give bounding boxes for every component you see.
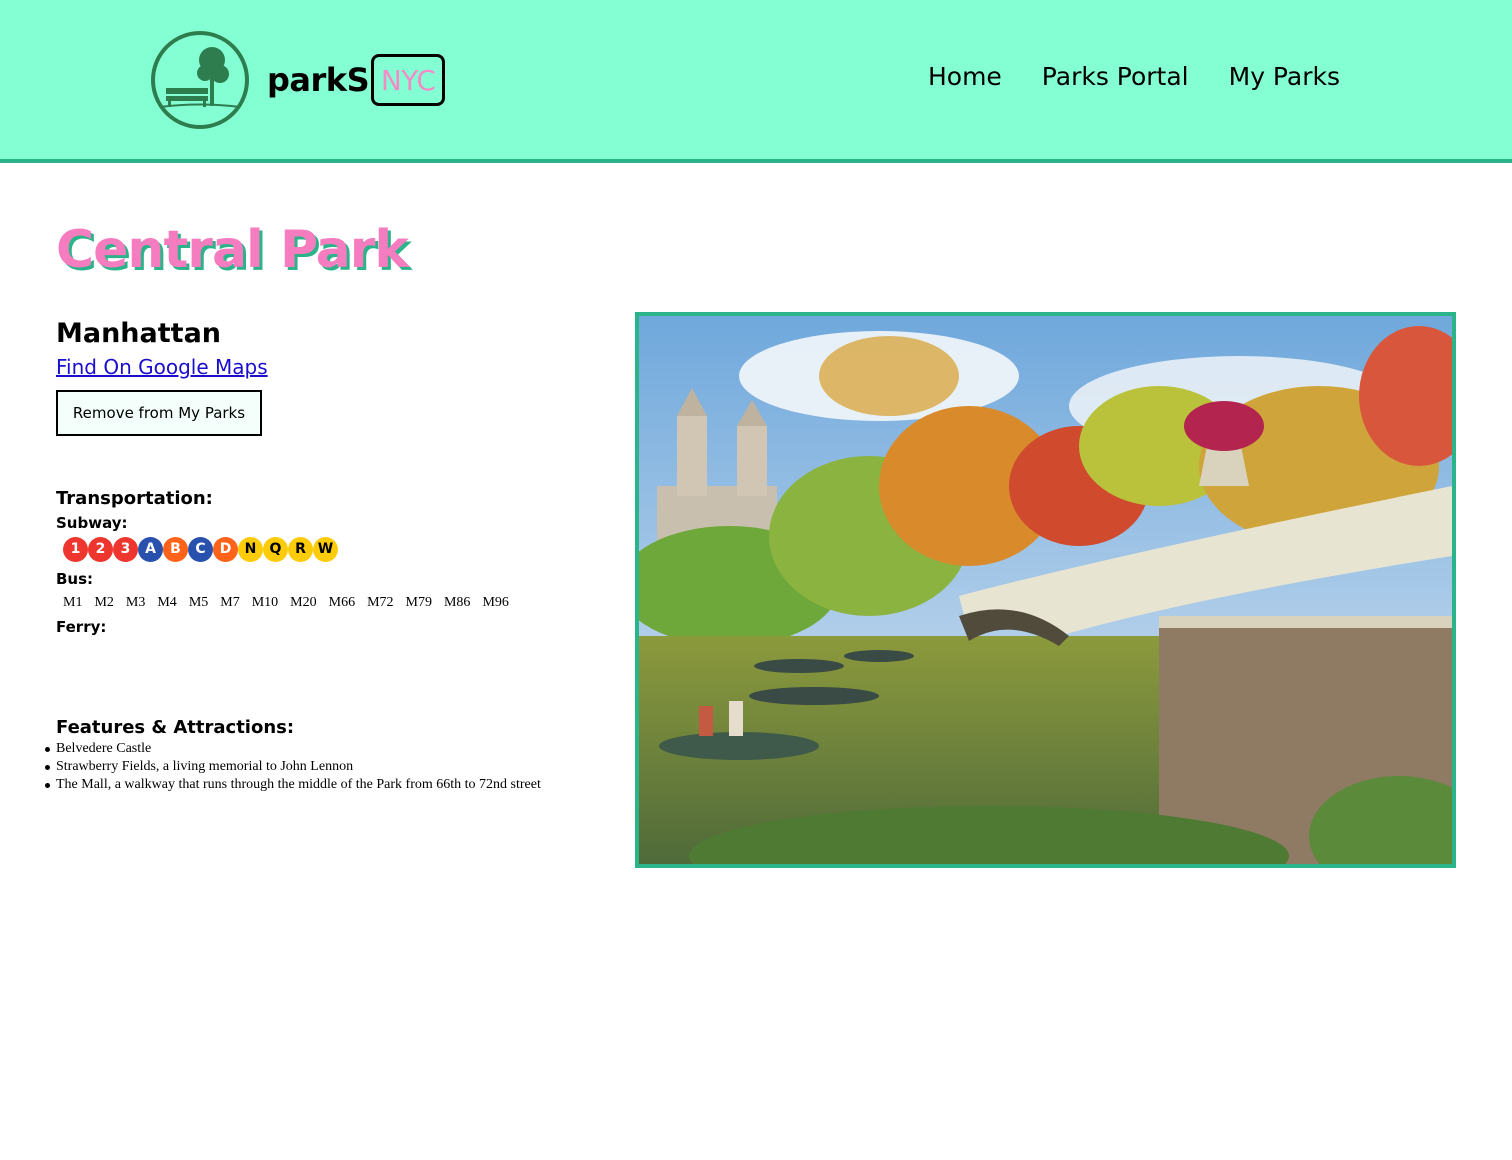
- features-list: Belvedere Castle Strawberry Fields, a liv…: [45, 740, 616, 794]
- bus-line: M72: [367, 595, 394, 610]
- subway-bullet: D: [213, 536, 238, 562]
- park-photo: [635, 312, 1456, 868]
- brand-suffix-box: NYC: [371, 54, 446, 106]
- subway-bullet: B: [163, 536, 188, 562]
- bus-line: M1: [63, 595, 83, 610]
- subway-bullet: Q: [263, 536, 288, 562]
- subway-bullet: W: [313, 536, 338, 562]
- list-item: Belvedere Castle: [45, 740, 616, 758]
- park-details: Manhattan Find On Google Maps Remove fro…: [45, 316, 616, 794]
- features-heading: Features & Attractions:: [56, 717, 295, 738]
- subway-label: Subway:: [56, 514, 128, 532]
- subway-bullet: C: [188, 536, 213, 562]
- bus-line: M4: [157, 595, 177, 610]
- google-maps-link[interactable]: Find On Google Maps: [56, 352, 268, 382]
- bus-line: M79: [405, 595, 432, 610]
- subway-bullet: 3: [113, 536, 138, 562]
- subway-bullet: 1: [63, 536, 88, 562]
- bus-line: M66: [328, 595, 356, 610]
- nav-my-parks[interactable]: My Parks: [1229, 62, 1340, 91]
- bus-lines: M1 M2 M3 M4 M5 M7 M10 M20 M66 M72 M79 M86 M96: [56, 590, 616, 616]
- subway-bullet: R: [288, 536, 313, 562]
- bus-line: M96: [482, 595, 509, 610]
- borough-heading: Manhattan: [56, 318, 222, 349]
- list-item: Strawberry Fields, a living memorial to …: [45, 758, 616, 776]
- main-nav: Home Parks Portal My Parks: [928, 62, 1340, 91]
- subway-bullet: N: [238, 536, 263, 562]
- nav-parks-portal[interactable]: Parks Portal: [1042, 62, 1189, 91]
- page-title: Central Park: [56, 220, 409, 280]
- transportation-heading: Transportation:: [56, 488, 213, 509]
- brand-wordmark[interactable]: parkS NYC: [267, 54, 446, 106]
- ferry-label: Ferry:: [56, 618, 107, 636]
- bus-line: M7: [220, 595, 240, 610]
- bus-line: M86: [443, 595, 471, 610]
- subway-bullet: 2: [88, 536, 113, 562]
- list-item: The Mall, a walkway that runs through th…: [45, 776, 616, 794]
- bow-bridge-photo-icon: [639, 316, 1452, 864]
- bus-line: M3: [125, 595, 146, 610]
- bus-line: M20: [290, 595, 317, 610]
- nav-home[interactable]: Home: [928, 62, 1002, 91]
- brand-suffix: NYC: [380, 63, 436, 97]
- bus-line: M10: [251, 595, 279, 610]
- brand-prefix: parkS: [267, 61, 370, 99]
- subway-lines: 123ABCDNQRW: [56, 534, 616, 564]
- site-header: parkS NYC Home Parks Portal My Parks: [0, 0, 1512, 163]
- remove-from-my-parks-button[interactable]: Remove from My Parks: [56, 390, 262, 436]
- bus-line: M5: [188, 595, 209, 610]
- subway-bullet: A: [138, 536, 163, 562]
- bus-label: Bus:: [56, 570, 94, 588]
- park-logo-icon[interactable]: [150, 30, 250, 130]
- bus-line: M2: [94, 595, 114, 610]
